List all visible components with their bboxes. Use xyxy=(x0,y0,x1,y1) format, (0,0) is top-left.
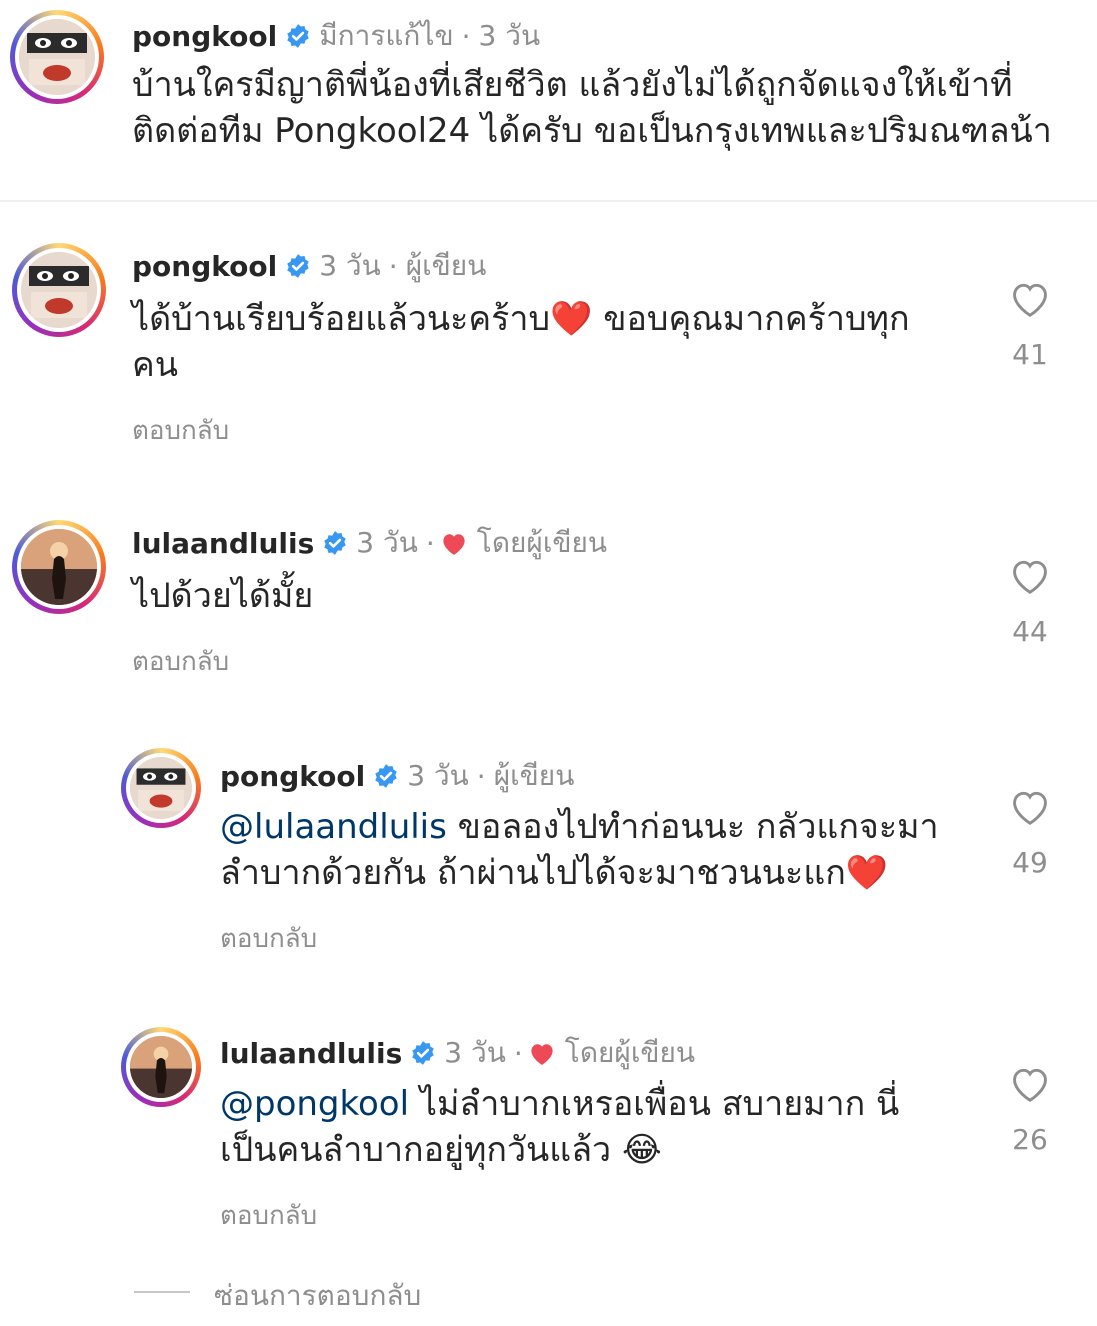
reply-button[interactable]: ตอบกลับ xyxy=(220,918,317,959)
avatar[interactable] xyxy=(12,520,106,614)
liked-by-author-label: โดยผู้เขียน xyxy=(564,1036,696,1069)
like-count: 41 xyxy=(1012,338,1048,371)
avatar-image xyxy=(19,19,95,95)
avatar-image xyxy=(130,757,192,819)
comment-line-2: ลำบากด้วยกัน ถ้าผ่านไปได้จะมาชวนนะแก❤️ xyxy=(220,853,889,893)
comment-line-2: คน xyxy=(132,345,178,385)
avatar[interactable] xyxy=(12,243,106,337)
mention-link[interactable]: @lulaandlulis xyxy=(220,807,447,847)
timestamp: 3 วัน xyxy=(319,249,381,282)
timestamp: 3 วัน xyxy=(478,19,541,52)
comment-line-1: ได้บ้านเรียบร้อยแล้วนะคร้าบ❤️ ขอบคุณมากค… xyxy=(132,299,910,339)
verified-badge-icon xyxy=(287,24,309,48)
verified-badge-icon xyxy=(324,531,347,555)
avatar[interactable] xyxy=(121,748,201,828)
username[interactable]: pongkool xyxy=(132,20,277,53)
reply-button[interactable]: ตอบกลับ xyxy=(132,641,229,682)
like-count: 49 xyxy=(1012,846,1048,879)
author-tag: ผู้เขียน xyxy=(493,759,575,792)
timestamp: 3 วัน xyxy=(407,759,469,792)
like-group: 44 xyxy=(1000,555,1060,648)
username[interactable]: lulaandlulis xyxy=(220,1037,402,1070)
comment-line-2: เป็นคนลำบากอยู่ทุกวันแล้ว 😂 xyxy=(220,1130,662,1170)
comment-text: @pongkool ไม่ลำบากเหรอเพื่อน สบายมาก นี่… xyxy=(220,1081,899,1173)
author-tag: ผู้เขียน xyxy=(405,249,487,282)
avatar-image xyxy=(21,529,97,605)
comment-line-1: ขอลองไปทำก่อนนะ กลัวแกจะมา xyxy=(446,807,939,847)
edited-label: มีการแก้ไข xyxy=(319,19,454,52)
liked-by-author-heart-icon xyxy=(443,534,465,555)
avatar[interactable] xyxy=(10,10,104,104)
hide-replies-button[interactable]: ซ่อนการตอบกลับ xyxy=(214,1274,421,1318)
hide-replies-line xyxy=(134,1291,190,1293)
timestamp: 3 วัน xyxy=(444,1036,506,1069)
like-count: 44 xyxy=(1012,615,1048,648)
post-caption: pongkool มีการแก้ไข · 3 วัน บ้านใครมีญาต… xyxy=(0,0,1097,200)
verified-badge-icon xyxy=(287,254,309,278)
mention-link[interactable]: @pongkool xyxy=(220,1084,409,1124)
like-group: 49 xyxy=(1000,786,1060,879)
heart-outline-icon[interactable] xyxy=(1008,1063,1052,1103)
username[interactable]: pongkool xyxy=(132,250,277,283)
timestamp: 3 วัน xyxy=(356,526,418,559)
caption-text: บ้านใครมีญาติพี่น้องที่เสียชีวิต แล้วยัง… xyxy=(132,62,1052,154)
heart-outline-icon[interactable] xyxy=(1008,278,1052,318)
like-group: 26 xyxy=(1000,1063,1060,1156)
divider xyxy=(0,200,1097,202)
username[interactable]: lulaandlulis xyxy=(132,527,314,560)
comment-line-1: ไม่ลำบากเหรอเพื่อน สบายมาก นี่ xyxy=(409,1084,900,1124)
like-group: 41 xyxy=(1000,278,1060,371)
caption-line-1: บ้านใครมีญาติพี่น้องที่เสียชีวิต แล้วยัง… xyxy=(132,65,1013,105)
heart-outline-icon[interactable] xyxy=(1008,555,1052,595)
like-count: 26 xyxy=(1012,1123,1048,1156)
verified-badge-icon xyxy=(412,1041,435,1065)
comment-text: ไปด้วยได้มั้ย xyxy=(132,573,313,619)
username[interactable]: pongkool xyxy=(220,760,365,793)
comment-text: ได้บ้านเรียบร้อยแล้วนะคร้าบ❤️ ขอบคุณมากค… xyxy=(132,296,910,388)
comment-line-1: ไปด้วยได้มั้ย xyxy=(132,576,314,616)
liked-by-author-label: โดยผู้เขียน xyxy=(476,526,608,559)
heart-outline-icon[interactable] xyxy=(1008,786,1052,826)
caption-line-2: ติดต่อทีม Pongkool24 ได้ครับ ขอเป็นกรุงเ… xyxy=(132,111,1052,151)
verified-badge-icon xyxy=(375,764,397,788)
avatar-image xyxy=(130,1036,192,1098)
avatar-image xyxy=(21,252,97,328)
reply-button[interactable]: ตอบกลับ xyxy=(220,1195,317,1236)
comment-text: @lulaandlulis ขอลองไปทำก่อนนะ กลัวแกจะมา… xyxy=(220,804,939,896)
liked-by-author-heart-icon xyxy=(531,1044,553,1065)
avatar[interactable] xyxy=(121,1027,201,1107)
reply-button[interactable]: ตอบกลับ xyxy=(132,410,229,451)
